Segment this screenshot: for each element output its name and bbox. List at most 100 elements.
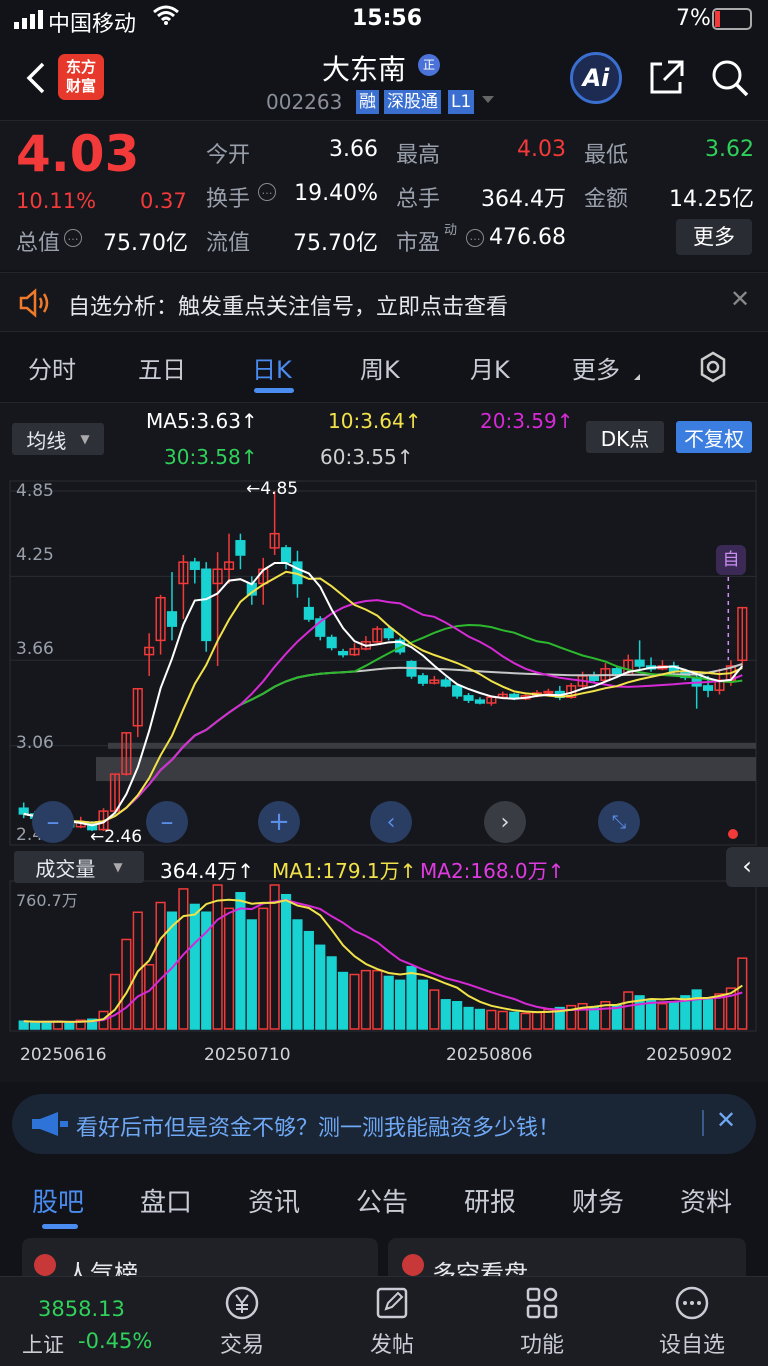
post-button[interactable]: 发帖: [342, 1285, 442, 1359]
volume-label: 364.4万↑: [160, 859, 255, 883]
zoom-in-button[interactable]: +: [258, 801, 300, 843]
volume-bar: [463, 1006, 474, 1030]
fullscreen-button[interactable]: ⤡: [598, 801, 640, 843]
ma10-label: 10:3.64↑: [328, 409, 422, 433]
share-button[interactable]: [640, 52, 692, 104]
add-watchlist-button[interactable]: 设自选: [642, 1285, 742, 1359]
index-ticker[interactable]: 3858.13 上证 -0.45%: [0, 1277, 190, 1366]
card-title: 多空看盘: [432, 1260, 528, 1278]
back-button[interactable]: [10, 52, 62, 104]
functions-button[interactable]: 功能: [492, 1285, 592, 1359]
index-value: 3858.13: [38, 1297, 125, 1321]
scroll-left-button[interactable]: –: [32, 801, 74, 843]
candle-body: [417, 675, 429, 684]
high-value: 4.03: [517, 137, 566, 162]
stock-name: 大东南: [322, 53, 407, 86]
volume-bar: [417, 979, 429, 1030]
chevron-left-icon: ‹: [742, 852, 752, 880]
support-band: [96, 757, 756, 782]
eastmoney-logo[interactable]: 东方 财富: [58, 54, 104, 100]
info-icon[interactable]: …: [258, 183, 276, 201]
notice-banner[interactable]: 自选分析：触发重点关注信号，立即点击查看 ✕: [0, 272, 768, 332]
speaker-icon: [19, 288, 49, 318]
close-icon[interactable]: ✕: [716, 1106, 736, 1134]
tab-finance[interactable]: 财务: [572, 1182, 624, 1219]
volume-value: 364.4万: [481, 187, 566, 212]
tab-research[interactable]: 研报: [464, 1182, 516, 1219]
index-name: 上证: [22, 1333, 64, 1357]
volume-ma2-label: MA2:168.0万↑: [420, 859, 565, 883]
next-button[interactable]: ›: [484, 801, 526, 843]
clock: 15:56: [352, 6, 423, 31]
tab-order-book[interactable]: 盘口: [140, 1182, 192, 1219]
volume-bar: [155, 901, 166, 1030]
volume-bar: [440, 999, 451, 1030]
zoom-out-button[interactable]: –: [146, 801, 188, 843]
adjust-button[interactable]: 不复权: [676, 421, 752, 453]
expand-icon: ⤡: [611, 811, 627, 833]
more-button[interactable]: 更多: [676, 219, 752, 255]
indicator-select[interactable]: 均线 ▼: [12, 423, 104, 455]
collapse-panel-button[interactable]: ‹: [726, 847, 768, 887]
wifi-icon: [152, 4, 180, 32]
info-icon[interactable]: …: [64, 229, 82, 247]
feature-cards: 人气榜 多空看盘: [0, 1238, 768, 1278]
change-percent: 10.11%: [16, 189, 97, 213]
battery-icon: [712, 8, 752, 30]
tab-five-day[interactable]: 五日: [138, 350, 186, 385]
tab-news[interactable]: 资讯: [248, 1182, 300, 1219]
more-dots-icon: [675, 1286, 709, 1320]
settings-icon[interactable]: [696, 350, 730, 384]
self-select-marker[interactable]: 自: [716, 545, 746, 575]
tab-more[interactable]: 更多: [572, 350, 620, 385]
ma5-line: [23, 562, 744, 827]
volume-bar: [520, 1012, 531, 1030]
volume-bar: [41, 1020, 52, 1030]
yuan-icon: [225, 1286, 259, 1320]
stock-header: 东方 财富 大东南 正 002263 融 深股通 L1 Ai: [0, 40, 768, 120]
date-label: 20250902: [646, 1045, 733, 1065]
volume-bar: [657, 1002, 668, 1030]
volume-label: 总手: [396, 187, 441, 212]
candle-body: [337, 651, 349, 656]
volume-bar: [30, 1021, 41, 1030]
chart-tabs: 分时 五日 日K 周K 月K 更多: [0, 336, 768, 400]
search-button[interactable]: [704, 52, 756, 104]
low-marker: ←2.46: [90, 827, 143, 847]
volume-bar: [623, 991, 634, 1030]
long-short-card[interactable]: 多空看盘: [388, 1238, 746, 1278]
close-icon[interactable]: ✕: [730, 285, 750, 313]
popularity-card[interactable]: 人气榜: [22, 1238, 378, 1278]
tab-profile[interactable]: 资料: [680, 1182, 732, 1219]
vs-icon: [402, 1254, 424, 1276]
volume-indicator-select[interactable]: 成交量 ▼: [14, 851, 144, 883]
volume-bar: [395, 979, 406, 1030]
trade-button[interactable]: 交易: [192, 1285, 292, 1359]
low-value: 3.62: [705, 137, 754, 162]
tab-daily-k[interactable]: 日K: [252, 350, 292, 385]
candle-body: [543, 690, 554, 694]
corner-caret-icon: [634, 374, 640, 380]
info-icon[interactable]: …: [466, 229, 484, 247]
tab-forum[interactable]: 股吧: [32, 1182, 84, 1219]
ai-button[interactable]: Ai: [570, 52, 622, 104]
dk-point-button[interactable]: DK点: [586, 421, 664, 453]
y-tick-label: 3.06: [16, 733, 54, 753]
tab-announcements[interactable]: 公告: [356, 1182, 408, 1219]
volume-bar: [486, 1009, 497, 1030]
margin-promo-banner[interactable]: 看好后市但是资金不够？测一测我能融资多少钱！ ✕: [12, 1094, 756, 1154]
tab-intraday[interactable]: 分时: [28, 350, 76, 385]
caret-down-icon[interactable]: [482, 96, 494, 103]
volume-bar: [372, 969, 383, 1030]
prev-button[interactable]: ‹: [370, 801, 412, 843]
tab-monthly-k[interactable]: 月K: [470, 350, 510, 385]
kline-svg[interactable]: [0, 473, 768, 1083]
volume-bar: [714, 993, 725, 1030]
volume-bar: [691, 989, 702, 1030]
tab-weekly-k[interactable]: 周K: [360, 350, 400, 385]
active-tab-indicator: [254, 388, 294, 393]
candle-body: [303, 606, 314, 620]
low-label: 最低: [584, 143, 629, 168]
status-bar: 中国移动 15:56 7%: [0, 0, 768, 40]
volume-bar: [360, 969, 371, 1030]
